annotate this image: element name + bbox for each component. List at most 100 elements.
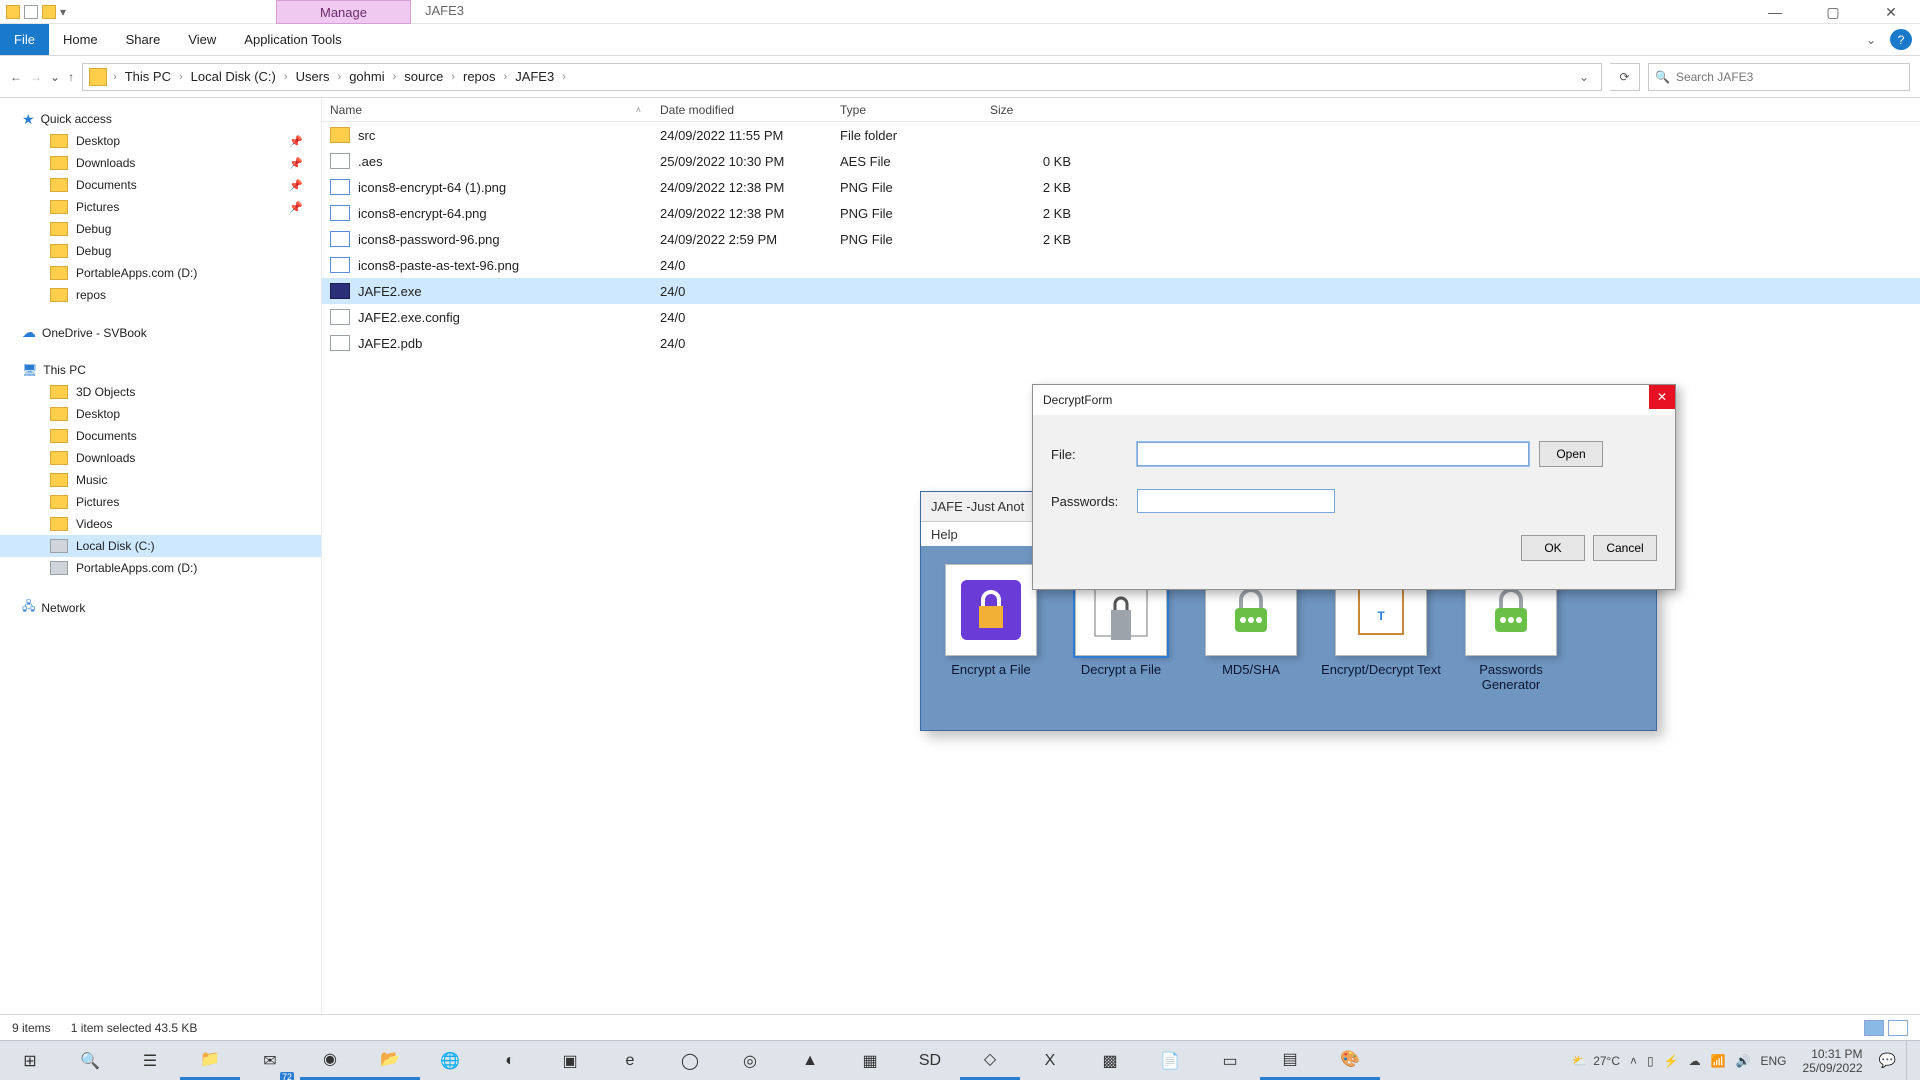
clock[interactable]: 10:31 PM 25/09/2022 [1797, 1047, 1869, 1075]
close-button[interactable]: ✕ [1862, 0, 1920, 24]
address-bar[interactable]: › This PC › Local Disk (C:) › Users › go… [82, 63, 1602, 91]
taskbar-sdk-button[interactable]: SD [900, 1041, 960, 1080]
tray-icon[interactable]: ▯ [1647, 1054, 1654, 1068]
taskbar-app6-button[interactable]: ▦ [840, 1041, 900, 1080]
breadcrumb[interactable]: Users [294, 69, 332, 84]
taskbar-app7-button[interactable]: ▩ [1080, 1041, 1140, 1080]
breadcrumb[interactable]: source [402, 69, 445, 84]
cancel-button[interactable]: Cancel [1593, 535, 1657, 561]
dialog-close-button[interactable]: ✕ [1649, 385, 1675, 409]
notifications-button[interactable]: 💬 [1879, 1052, 1896, 1069]
sidebar-item[interactable]: Music [0, 469, 321, 491]
taskbar-paint-button[interactable]: 🎨 [1320, 1041, 1380, 1080]
sidebar-item[interactable]: repos [0, 284, 321, 306]
table-row[interactable]: .aes25/09/2022 10:30 PMAES File0 KB [322, 148, 1920, 174]
tray-icon[interactable]: ˄ [1630, 1054, 1637, 1068]
tray-icon[interactable]: 📶 [1711, 1054, 1726, 1068]
sidebar-item[interactable]: 3D Objects [0, 381, 321, 403]
taskbar-explorer2-button[interactable]: 📂 [360, 1041, 420, 1080]
nav-up-button[interactable]: ↑ [68, 70, 74, 84]
breadcrumb[interactable]: JAFE3 [513, 69, 556, 84]
taskbar-app2-button[interactable]: ▣ [540, 1041, 600, 1080]
tray-icon[interactable]: ⚡ [1664, 1054, 1679, 1068]
tray-icon[interactable]: ☁ [1689, 1054, 1701, 1068]
sidebar-item[interactable]: Local Disk (C:) [0, 535, 321, 557]
table-row[interactable]: JAFE2.pdb24/0 [322, 330, 1920, 356]
taskbar-excel-button[interactable]: X [1020, 1041, 1080, 1080]
sidebar-this-pc[interactable]: 🖥 This PC [0, 359, 321, 381]
taskbar-app8-button[interactable]: ▭ [1200, 1041, 1260, 1080]
nav-history-dropdown[interactable]: ⌄ [50, 70, 60, 84]
taskbar-mail-button[interactable]: ✉72 [240, 1041, 300, 1080]
breadcrumb[interactable]: Local Disk (C:) [189, 69, 278, 84]
table-row[interactable]: icons8-paste-as-text-96.png24/0 [322, 252, 1920, 278]
passwords-input[interactable] [1137, 489, 1335, 513]
search-input[interactable] [1676, 70, 1903, 84]
table-row[interactable]: icons8-encrypt-64 (1).png24/09/2022 12:3… [322, 174, 1920, 200]
sidebar-item[interactable]: Documents [0, 425, 321, 447]
weather-widget[interactable]: ⛅ 27°C [1572, 1054, 1620, 1068]
language-indicator[interactable]: ENG [1760, 1054, 1786, 1068]
sidebar-item[interactable]: Debug [0, 240, 321, 262]
refresh-button[interactable]: ⟳ [1610, 63, 1640, 91]
breadcrumb[interactable]: repos [461, 69, 498, 84]
taskbar-vs-button[interactable]: ◇ [960, 1041, 1020, 1080]
sidebar-item[interactable]: Debug [0, 218, 321, 240]
sidebar-item[interactable]: Videos [0, 513, 321, 535]
view-details-button[interactable] [1864, 1020, 1884, 1036]
ribbon-tab-home[interactable]: Home [49, 24, 112, 55]
breadcrumb[interactable]: gohmi [347, 69, 386, 84]
nav-back-button[interactable]: ← [10, 70, 22, 84]
open-button[interactable]: Open [1539, 441, 1603, 467]
taskbar-app1-button[interactable]: ◐ [480, 1041, 540, 1080]
tray-icon[interactable]: 🔊 [1736, 1054, 1751, 1068]
minimize-button[interactable]: — [1746, 0, 1804, 24]
address-dropdown-icon[interactable]: ⌄ [1573, 70, 1595, 84]
sidebar-network[interactable]: 🖧 Network [0, 593, 321, 622]
column-header-size[interactable]: Size [982, 98, 1077, 121]
table-row[interactable]: src24/09/2022 11:55 PMFile folder [322, 122, 1920, 148]
taskbar-app5-button[interactable]: ▲ [780, 1041, 840, 1080]
breadcrumb[interactable]: This PC [123, 69, 173, 84]
sidebar-item[interactable]: PortableApps.com (D:) [0, 557, 321, 579]
sidebar-item[interactable]: Downloads [0, 447, 321, 469]
nav-forward-button[interactable]: → [30, 70, 42, 84]
column-header-type[interactable]: Type [832, 98, 982, 121]
show-desktop-button[interactable] [1906, 1041, 1914, 1080]
table-row[interactable]: JAFE2.exe.config24/0 [322, 304, 1920, 330]
table-row[interactable]: JAFE2.exe24/0 [322, 278, 1920, 304]
taskbar-start-button[interactable]: ⊞ [0, 1041, 60, 1080]
qat-dropdown-icon[interactable]: ▾ [60, 5, 66, 19]
sidebar-item[interactable]: Pictures📌 [0, 196, 321, 218]
taskbar-task-view-button[interactable]: ☰ [120, 1041, 180, 1080]
ribbon-tab-view[interactable]: View [174, 24, 230, 55]
maximize-button[interactable]: ▢ [1804, 0, 1862, 24]
taskbar-ie-button[interactable]: e [600, 1041, 660, 1080]
sidebar-item[interactable]: Documents📌 [0, 174, 321, 196]
taskbar-app3-button[interactable]: ◯ [660, 1041, 720, 1080]
ribbon-minimize-icon[interactable]: ⌄ [1860, 24, 1882, 55]
table-row[interactable]: icons8-encrypt-64.png24/09/2022 12:38 PM… [322, 200, 1920, 226]
taskbar-search-button[interactable]: 🔍 [60, 1041, 120, 1080]
sidebar-quick-access[interactable]: ★ Quick access [0, 108, 321, 130]
sidebar-item[interactable]: Downloads📌 [0, 152, 321, 174]
file-input[interactable] [1137, 442, 1529, 466]
sidebar-onedrive[interactable]: ☁ OneDrive - SVBook [0, 320, 321, 345]
ribbon-tab-file[interactable]: File [0, 24, 49, 55]
column-header-date[interactable]: Date modified [652, 98, 832, 121]
view-large-icons-button[interactable] [1888, 1020, 1908, 1036]
table-row[interactable]: icons8-password-96.png24/09/2022 2:59 PM… [322, 226, 1920, 252]
taskbar-jafe-button[interactable]: ▤ [1260, 1041, 1320, 1080]
column-header-name[interactable]: Name ˄ [322, 98, 652, 121]
taskbar-app4-button[interactable]: ◎ [720, 1041, 780, 1080]
taskbar-chrome-button[interactable]: ◉ [300, 1041, 360, 1080]
dialog-titlebar[interactable]: DecryptForm ✕ [1033, 385, 1675, 415]
ribbon-tab-share[interactable]: Share [112, 24, 175, 55]
ribbon-context-tab-manage[interactable]: Manage [276, 0, 411, 24]
help-button[interactable]: ? [1890, 29, 1912, 50]
sidebar-item[interactable]: Desktop📌 [0, 130, 321, 152]
sidebar-item[interactable]: Desktop [0, 403, 321, 425]
taskbar-file-explorer-button[interactable]: 📁 [180, 1041, 240, 1080]
sidebar-item[interactable]: Pictures [0, 491, 321, 513]
taskbar-edge-button[interactable]: 🌐 [420, 1041, 480, 1080]
